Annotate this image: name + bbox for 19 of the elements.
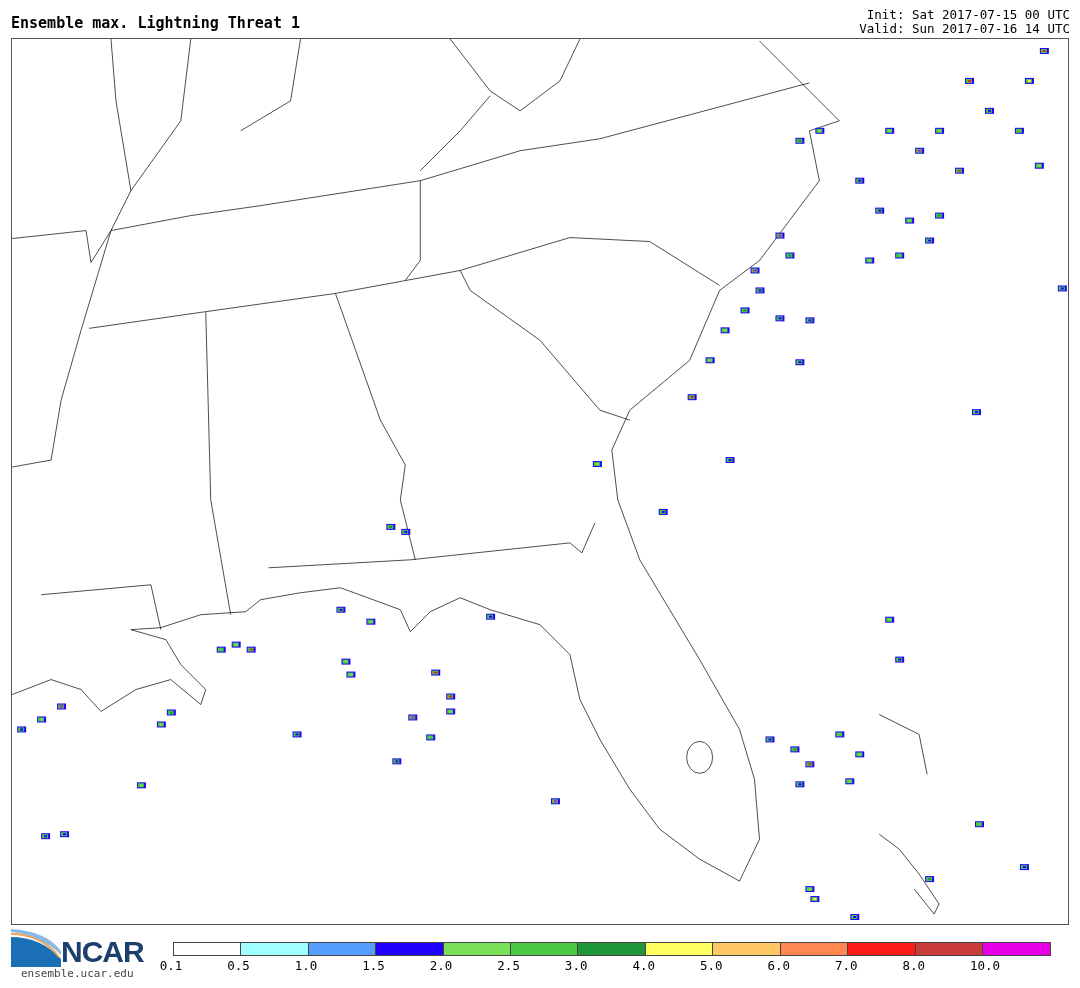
- init-time: Init: Sat 2017-07-15 00 UTC: [866, 8, 1070, 22]
- scale-label: 1.0: [294, 958, 318, 973]
- scale-label: 2.5: [497, 958, 520, 973]
- scale-label: 10.0: [970, 958, 1001, 973]
- website-url: ensemble.ucar.edu: [21, 967, 134, 980]
- scale-label: 2.0: [429, 958, 453, 973]
- scale-label: 3.0: [564, 958, 588, 973]
- logo-icon: [11, 929, 61, 967]
- scale-label: 0.5: [227, 958, 250, 973]
- logo-wordmark: NCAR: [61, 937, 144, 967]
- scale-label: 1.5: [362, 958, 385, 973]
- scale-label: 8.0: [902, 958, 926, 973]
- scale-label: 6.0: [767, 958, 791, 973]
- scale-label: 5.0: [699, 958, 723, 973]
- scale-label: 4.0: [632, 958, 655, 973]
- scale-label: 7.0: [835, 958, 858, 973]
- scale-label: 0.1: [159, 958, 183, 973]
- chart-title: Ensemble max. Lightning Threat 1: [11, 14, 300, 34]
- valid-time: Valid: Sun 2017-07-16 14 UTC: [859, 22, 1070, 36]
